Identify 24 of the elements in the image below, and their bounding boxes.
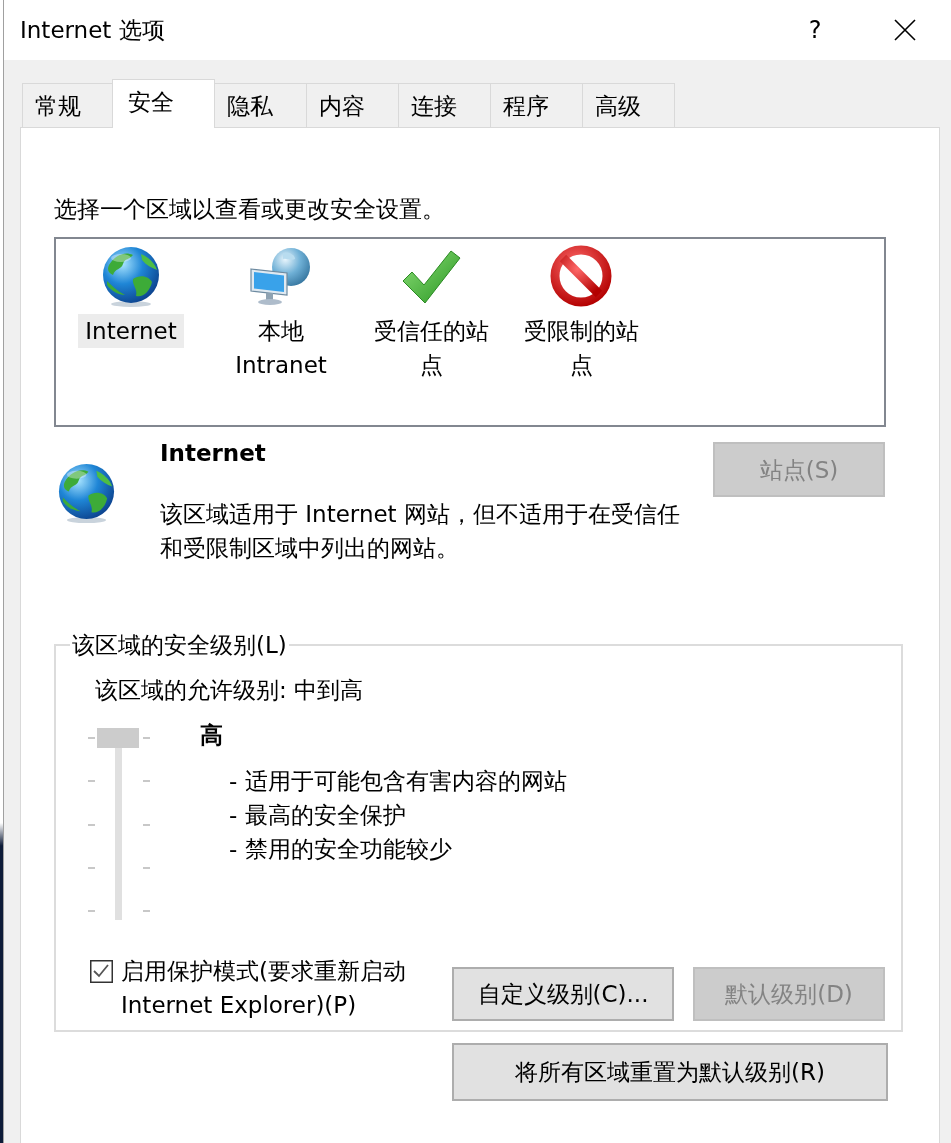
- zone-label[interactable]: 受限制的站点: [514, 314, 648, 382]
- level-name: 高: [200, 721, 224, 750]
- zone-label[interactable]: Internet: [78, 314, 184, 348]
- close-icon: [894, 19, 916, 41]
- zone-label[interactable]: 本地 Intranet: [214, 314, 348, 382]
- checkbox[interactable]: [90, 960, 113, 983]
- no-entry-icon: [549, 245, 613, 309]
- instruction-text: 选择一个区域以查看或更改安全设置。: [54, 195, 446, 224]
- allowed-levels-text: 该区域的允许级别: 中到高: [95, 676, 365, 705]
- tab[interactable]: 常规: [22, 83, 115, 127]
- zone-label[interactable]: 受信任的站点: [364, 314, 498, 382]
- level-description-item: - 禁用的安全功能较少: [229, 835, 453, 864]
- custom-level-button[interactable]: 自定义级别(C)...: [452, 967, 674, 1021]
- help-button[interactable]: ?: [792, 7, 838, 53]
- level-description-item: - 适用于可能包含有害内容的网站: [229, 767, 567, 796]
- level-description-item: - 最高的安全保护: [229, 801, 407, 830]
- slider-thumb[interactable]: [97, 728, 139, 748]
- tab[interactable]: 安全: [112, 79, 215, 128]
- reset-all-zones-button[interactable]: 将所有区域重置为默认级别(R): [452, 1043, 888, 1101]
- zone-name: Internet: [160, 439, 267, 468]
- zone-description: 该区域适用于 Internet 网站，但不适用于在受信任和受限制区域中列出的网站。: [160, 500, 681, 563]
- protected-mode-label[interactable]: 启用保护模式(要求重新启动 Internet Explorer)(P): [121, 954, 421, 1022]
- tab[interactable]: 高级: [582, 83, 675, 127]
- window-title: Internet 选项: [20, 16, 165, 45]
